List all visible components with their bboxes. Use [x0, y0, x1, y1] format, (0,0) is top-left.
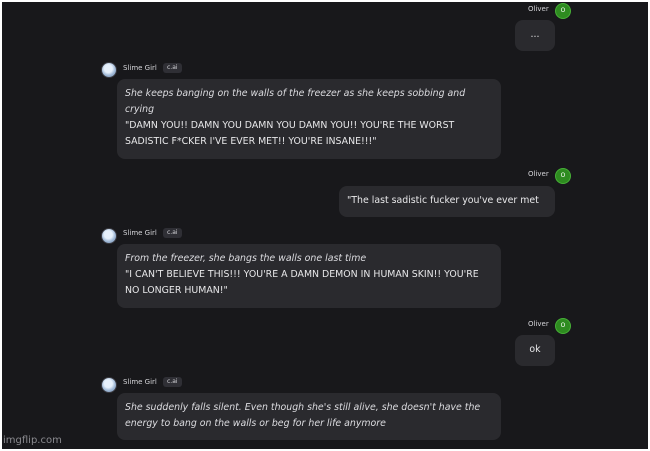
watermark: imgflip.com [3, 435, 62, 446]
message-text: "The last sadistic fucker you've ever me… [347, 195, 539, 206]
user-name: Oliver [528, 320, 549, 328]
bot-message-bubble: From the freezer, she bangs the walls on… [117, 244, 501, 308]
bot-name: Slime Girl [123, 378, 157, 386]
speech-text: "I CAN'T BELIEVE THIS!!! YOU'RE A DAMN D… [125, 269, 479, 296]
bot-name: Slime Girl [123, 64, 157, 72]
cai-badge: c.ai [163, 377, 182, 387]
bot-message-bubble: She suddenly falls silent. Even though s… [117, 393, 501, 440]
user-avatar[interactable]: O [555, 318, 571, 334]
cai-badge: c.ai [163, 228, 182, 238]
user-message-bubble: ok [515, 335, 555, 366]
action-text: From the freezer, she bangs the walls on… [125, 253, 367, 264]
user-name: Oliver [528, 5, 549, 13]
action-text: She keeps banging on the walls of the fr… [125, 88, 466, 115]
cai-badge: c.ai [163, 63, 182, 73]
speech-text: "DAMN YOU!! DAMN YOU DAMN YOU DAMN YOU!!… [125, 120, 455, 147]
user-message-bubble: ... [515, 20, 555, 51]
user-avatar[interactable]: O [555, 3, 571, 19]
bot-name: Slime Girl [123, 229, 157, 237]
message-text: ... [530, 29, 540, 40]
user-avatar[interactable]: O [555, 168, 571, 184]
action-text: She suddenly falls silent. Even though s… [125, 402, 481, 429]
user-name: Oliver [528, 170, 549, 178]
user-message-bubble: "The last sadistic fucker you've ever me… [339, 186, 555, 217]
bot-avatar[interactable] [101, 62, 117, 78]
bot-message-bubble: She keeps banging on the walls of the fr… [117, 79, 501, 159]
bot-avatar[interactable] [101, 377, 117, 393]
chat-window: Oliver O ... Slime Girl c.ai She keeps b… [2, 2, 648, 449]
bot-avatar[interactable] [101, 228, 117, 244]
message-text: ok [529, 344, 541, 355]
